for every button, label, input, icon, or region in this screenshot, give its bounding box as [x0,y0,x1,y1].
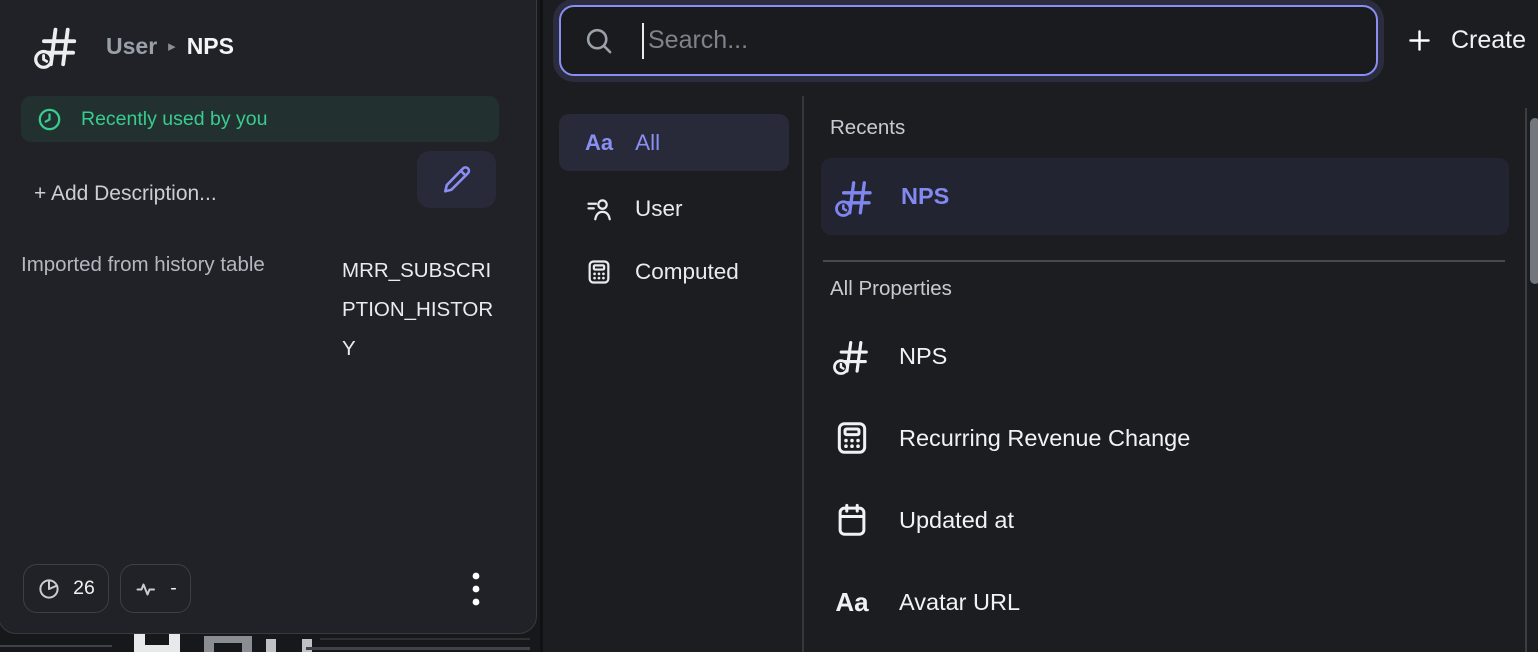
property-item-label: NPS [899,343,947,370]
calculator-icon [585,258,613,286]
filter-tab-all[interactable]: Aa All [559,114,789,171]
background-artifacts [0,634,537,652]
search-input[interactable] [648,26,1376,55]
background-artifact [134,634,180,652]
filter-tab-label: All [635,130,660,156]
filter-tab-user[interactable]: User [559,180,789,237]
create-button-label: Create [1451,26,1526,55]
hash-clock-icon [34,23,80,69]
calendar-icon [833,501,871,539]
pencil-icon [441,164,472,195]
background-artifact [266,639,312,652]
recent-item-label: NPS [901,183,949,210]
search-bar[interactable] [559,5,1378,76]
recently-used-badge: Recently used by you [21,96,499,142]
trend-value: - [170,577,177,600]
recent-item-nps[interactable]: NPS [821,158,1509,235]
plus-icon [1405,26,1434,55]
property-item-label: Recurring Revenue Change [899,425,1190,452]
user-icon [585,195,613,223]
pie-chart-icon [37,577,61,601]
calculator-icon [833,419,871,457]
column-divider [802,96,804,652]
property-item-avatar-url[interactable]: Aa Avatar URL [821,561,1509,643]
search-icon [583,25,614,56]
filter-tab-label: Computed [635,259,739,285]
records-count-value: 26 [73,577,95,600]
property-item-label: Updated at [899,507,1014,534]
all-properties-section-title: All Properties [830,277,952,301]
activity-icon [134,577,158,601]
add-description-button[interactable]: + Add Description... [34,182,217,206]
background-artifact [204,636,252,652]
kebab-menu-icon [472,571,480,607]
property-item-label: Avatar URL [899,589,1020,616]
scrollbar-thumb[interactable] [1530,118,1538,284]
text-format-icon: Aa [585,130,613,156]
hash-clock-icon [835,177,875,217]
recents-section-title: Recents [830,116,905,140]
text-cursor [642,23,644,59]
breadcrumb: User ▸ NPS [34,23,234,69]
edit-button[interactable] [417,151,496,208]
property-detail-card: User ▸ NPS Recently used by you + Add De… [0,0,537,634]
scroll-track-border [1525,108,1527,652]
property-picker-modal: Create Aa All User Computed Recents [540,0,1538,652]
background-line [306,647,530,650]
background-line [0,645,112,647]
import-info-label: Imported from history table [21,253,265,277]
create-button[interactable]: Create [1405,14,1538,66]
property-item-updated-at[interactable]: Updated at [821,479,1509,561]
more-options-button[interactable] [461,566,491,612]
section-divider [823,260,1505,262]
filter-tab-label: User [635,196,683,222]
recently-used-label: Recently used by you [81,108,267,131]
trend-button[interactable]: - [120,564,191,613]
text-format-icon: Aa [835,587,868,618]
breadcrumb-current: NPS [187,33,234,60]
import-info-value: MRR_SUBSCRIPTION_HISTORY [342,251,504,368]
filter-tab-computed[interactable]: Computed [559,243,789,300]
breadcrumb-separator-icon: ▸ [168,37,176,55]
background-line [320,638,530,640]
property-item-nps[interactable]: NPS [821,315,1509,397]
breadcrumb-parent[interactable]: User [106,33,157,60]
hash-clock-icon [833,337,871,375]
property-item-recurring-revenue-change[interactable]: Recurring Revenue Change [821,397,1509,479]
records-count-button[interactable]: 26 [23,564,109,613]
clock-icon [36,106,63,133]
